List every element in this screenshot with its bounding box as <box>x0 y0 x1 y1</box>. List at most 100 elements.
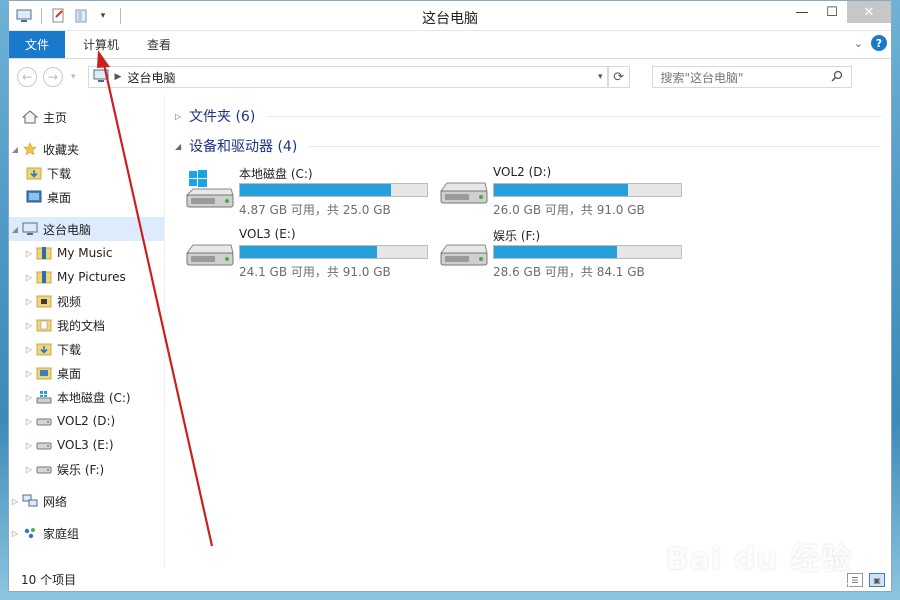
window-title: 这台电脑 <box>422 11 478 27</box>
item-count: 10 个项目 <box>21 572 77 587</box>
collapsed-arrow-icon[interactable]: ▷ <box>23 249 35 258</box>
refresh-button[interactable]: ⟳ <box>607 66 630 88</box>
watermark-url: jingyan.baidu.com <box>748 579 850 592</box>
group-header-folders[interactable]: ▷ 文件夹 (6) <box>175 103 881 129</box>
tab-file[interactable]: 文件 <box>9 31 66 58</box>
pictures-folder-icon <box>35 269 53 285</box>
nav-item-drive-d[interactable]: ▷ VOL2 (D:) <box>9 409 164 433</box>
tab-computer[interactable]: 计算机 <box>69 31 133 58</box>
back-button[interactable]: ← <box>17 67 37 87</box>
expand-ribbon-chevron-icon[interactable]: ⌄ <box>854 37 863 50</box>
collapsed-arrow-icon[interactable]: ▷ <box>9 529 21 538</box>
nav-item-my-music[interactable]: ▷ My Music <box>9 241 164 265</box>
content-pane: ▷ 文件夹 (6) ◢ 设备和驱动器 (4) 本地磁盘 (C:) 4.87 GB… <box>165 95 891 567</box>
nav-item-my-pictures[interactable]: ▷ My Pictures <box>9 265 164 289</box>
minimize-button[interactable]: — <box>787 1 817 23</box>
expanded-arrow-icon[interactable]: ◢ <box>175 142 189 151</box>
forward-button[interactable]: → <box>43 67 63 87</box>
collapsed-arrow-icon[interactable]: ▷ <box>23 273 35 282</box>
nav-item-label: 视频 <box>57 294 82 309</box>
home-icon <box>21 109 39 125</box>
nav-item-documents[interactable]: ▷ 我的文档 <box>9 313 164 337</box>
nav-item-label: 这台电脑 <box>43 222 92 237</box>
drive-item[interactable]: 娱乐 (F:) 28.6 GB 可用，共 84.1 GB <box>437 227 691 283</box>
nav-item-downloads[interactable]: ▷ 下载 <box>9 337 164 361</box>
nav-item-homegroup[interactable]: ▷ 家庭组 <box>9 521 164 545</box>
computer-icon[interactable] <box>15 7 33 25</box>
watermark-logo: Bai du 经验 <box>665 542 852 577</box>
group-header-devices[interactable]: ◢ 设备和驱动器 (4) <box>175 133 881 159</box>
collapsed-arrow-icon[interactable]: ▷ <box>23 465 35 474</box>
nav-item-label: 下载 <box>47 166 72 181</box>
windows-drive-icon <box>183 169 237 213</box>
drive-item[interactable]: 本地磁盘 (C:) 4.87 GB 可用，共 25.0 GB <box>183 165 437 221</box>
expanded-arrow-icon[interactable]: ◢ <box>9 145 21 154</box>
nav-item-drive-e[interactable]: ▷ VOL3 (E:) <box>9 433 164 457</box>
main-area: 主页 ◢ 收藏夹 下载 桌面 ◢ 这台电脑 ▷ My Music ▷ My Pi… <box>9 95 891 567</box>
group-divider <box>309 145 881 147</box>
customize-toolbar-dropdown-icon[interactable]: ▾ <box>94 7 112 25</box>
drive-name: 本地磁盘 (C:) <box>239 167 313 181</box>
nav-item-drive-c[interactable]: ▷ 本地磁盘 (C:) <box>9 385 164 409</box>
group-header-label: 设备和驱动器 (4) <box>189 139 298 155</box>
nav-item-desktop[interactable]: ▷ 桌面 <box>9 361 164 385</box>
search-input[interactable]: 搜索"这台电脑" <box>651 66 852 88</box>
collapsed-arrow-icon[interactable]: ▷ <box>23 369 35 378</box>
collapsed-arrow-icon[interactable]: ▷ <box>9 497 21 506</box>
ribbon-tabs: 文件 计算机 查看 ⌄ ? <box>9 31 891 59</box>
properties-icon[interactable] <box>50 7 68 25</box>
address-row: ← → ▾ ▶ 这台电脑 ▾ ⟳ 搜索"这台电脑" <box>9 59 891 95</box>
nav-item-label: My Music <box>57 246 113 260</box>
expanded-arrow-icon[interactable]: ◢ <box>9 225 21 234</box>
close-button[interactable]: ✕ <box>847 1 891 23</box>
collapsed-arrow-icon[interactable]: ▷ <box>23 345 35 354</box>
nav-item-label: 收藏夹 <box>43 142 80 157</box>
title-bar: ▾ 这台电脑 — ☐ ✕ <box>9 1 891 31</box>
address-dropdown-icon[interactable]: ▾ <box>598 72 603 82</box>
breadcrumb[interactable]: 这台电脑 <box>127 69 175 86</box>
drive-size: 4.87 GB 可用，共 25.0 GB <box>239 203 391 217</box>
nav-item-label: My Pictures <box>57 270 126 284</box>
collapsed-arrow-icon[interactable]: ▷ <box>23 393 35 402</box>
drive-size: 24.1 GB 可用，共 91.0 GB <box>239 265 391 279</box>
collapsed-arrow-icon[interactable]: ▷ <box>175 112 189 121</box>
drive-item[interactable]: VOL2 (D:) 26.0 GB 可用，共 91.0 GB <box>437 165 691 221</box>
nav-item-label: 我的文档 <box>57 318 106 333</box>
nav-item-favorites-downloads[interactable]: 下载 <box>9 161 164 185</box>
maximize-button[interactable]: ☐ <box>817 1 847 23</box>
nav-item-favorites[interactable]: ◢ 收藏夹 <box>9 137 164 161</box>
tab-view[interactable]: 查看 <box>133 31 185 58</box>
nav-item-favorites-desktop[interactable]: 桌面 <box>9 185 164 209</box>
drive-item[interactable]: VOL3 (E:) 24.1 GB 可用，共 91.0 GB <box>183 227 437 283</box>
nav-item-network[interactable]: ▷ 网络 <box>9 489 164 513</box>
new-folder-icon[interactable] <box>72 7 90 25</box>
collapsed-arrow-icon[interactable]: ▷ <box>23 297 35 306</box>
drive-usage-fill <box>494 184 628 196</box>
nav-item-label: 娱乐 (F:) <box>57 462 105 477</box>
collapsed-arrow-icon[interactable]: ▷ <box>23 441 35 450</box>
large-icons-view-icon[interactable]: ▣ <box>869 573 885 587</box>
homegroup-icon <box>21 525 39 541</box>
downloads-folder-icon <box>25 165 43 181</box>
drive-name: VOL2 (D:) <box>493 165 552 179</box>
nav-item-home[interactable]: 主页 <box>9 105 164 129</box>
desktop-icon <box>25 189 43 205</box>
hard-drive-icon <box>35 437 53 453</box>
nav-item-this-pc[interactable]: ◢ 这台电脑 <box>9 217 164 241</box>
recent-locations-dropdown-icon[interactable]: ▾ <box>71 72 76 82</box>
nav-item-label: 主页 <box>43 110 68 125</box>
search-placeholder: 搜索"这台电脑" <box>660 70 744 85</box>
nav-item-drive-f[interactable]: ▷ 娱乐 (F:) <box>9 457 164 481</box>
group-divider <box>267 115 881 117</box>
nav-item-videos[interactable]: ▷ 视频 <box>9 289 164 313</box>
search-icon[interactable] <box>831 70 843 85</box>
explorer-window: ▾ 这台电脑 — ☐ ✕ 文件 计算机 查看 ⌄ ? ← → ▾ ▶ 这台电脑 … <box>8 0 892 592</box>
collapsed-arrow-icon[interactable]: ▷ <box>23 417 35 426</box>
collapsed-arrow-icon[interactable]: ▷ <box>23 321 35 330</box>
hard-drive-icon <box>437 169 491 213</box>
help-icon[interactable]: ? <box>871 35 887 51</box>
drive-usage-bar <box>239 183 428 197</box>
breadcrumb-arrow-icon[interactable]: ▶ <box>115 72 122 82</box>
address-bar[interactable]: ▶ 这台电脑 ▾ <box>87 66 608 88</box>
nav-item-label: 本地磁盘 (C:) <box>57 390 131 405</box>
